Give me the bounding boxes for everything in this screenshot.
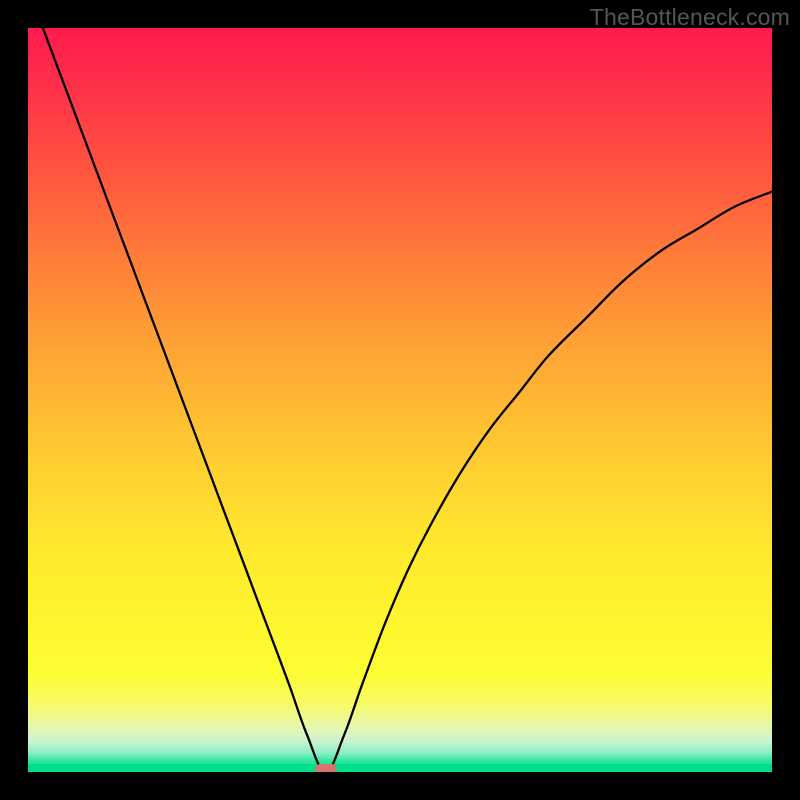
bottleneck-curve	[28, 28, 772, 772]
watermark-text: TheBottleneck.com	[590, 4, 790, 31]
chart-frame: TheBottleneck.com	[0, 0, 800, 800]
plot-area	[28, 28, 772, 772]
minimum-marker	[315, 764, 337, 772]
